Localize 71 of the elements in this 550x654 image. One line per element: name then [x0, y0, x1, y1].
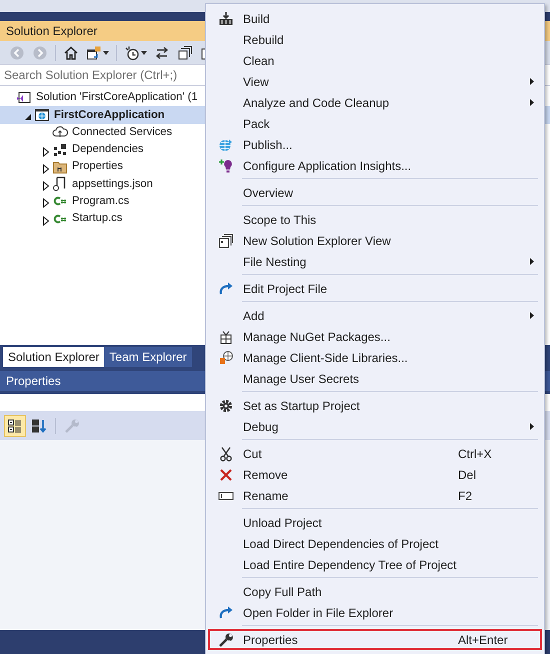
build-icon — [218, 10, 234, 26]
menu-item[interactable]: Configure Application Insights... — [208, 155, 542, 176]
solution-icon — [16, 90, 32, 106]
file-icon — [52, 176, 68, 192]
menu-item[interactable]: Publish... — [208, 134, 542, 155]
home-icon[interactable] — [63, 44, 79, 60]
tree-item[interactable]: Program.cs — [68, 193, 130, 210]
menu-item[interactable]: View — [208, 71, 542, 92]
redo-arrow-icon — [218, 280, 234, 296]
menu-item[interactable]: Load Entire Dependency Tree of Project — [208, 554, 542, 575]
globe-icon — [218, 136, 234, 152]
menu-item[interactable]: Remove Del — [208, 464, 542, 485]
menu-item[interactable]: Add — [208, 305, 542, 326]
panel-tab[interactable]: Team Explorer — [104, 347, 192, 367]
sort-icon[interactable] — [31, 418, 47, 434]
settings-icon — [218, 398, 234, 414]
expand-arrow-icon[interactable] — [42, 181, 50, 192]
tree-item[interactable]: FirstCoreApplication — [50, 106, 165, 124]
collapse-arrow-icon[interactable] — [24, 112, 32, 121]
menu-item[interactable]: Set as Startup Project — [208, 395, 542, 416]
tree-item[interactable]: Solution 'FirstCoreApplication' (1 — [32, 89, 198, 106]
library-icon — [218, 350, 234, 366]
menu-item[interactable]: Copy Full Path — [208, 581, 542, 602]
tree-item[interactable]: Properties — [68, 158, 123, 176]
project-icon — [34, 106, 50, 123]
package-icon — [218, 328, 234, 344]
submenu-arrow-icon — [530, 78, 534, 85]
menu-item[interactable]: Load Direct Dependencies of Project — [208, 533, 542, 554]
swap-arrows-icon[interactable] — [154, 44, 170, 60]
panel-tab[interactable]: Solution Explorer — [3, 347, 104, 367]
menu-item[interactable]: Cut Ctrl+X — [208, 443, 542, 464]
redo-arrow-icon — [218, 604, 234, 620]
menu-item[interactable]: Overview — [208, 182, 542, 203]
stacked-windows-icon[interactable] — [177, 44, 193, 60]
menu-item[interactable]: File Nesting — [208, 251, 542, 272]
caret-icon[interactable] — [141, 50, 147, 54]
caret-icon[interactable] — [103, 50, 109, 54]
submenu-arrow-icon — [530, 258, 534, 265]
menu-item[interactable]: Rename F2 — [208, 485, 542, 506]
submenu-arrow-icon — [530, 99, 534, 106]
expand-arrow-icon[interactable] — [42, 164, 50, 174]
menu-item[interactable]: New Solution Explorer View — [208, 230, 542, 251]
clock-icon[interactable] — [124, 44, 140, 60]
lightbulb-icon — [218, 158, 234, 174]
menu-item[interactable]: Debug — [208, 416, 542, 437]
dependencies-icon — [52, 142, 68, 158]
windows-icon[interactable] — [86, 44, 102, 60]
wrench-icon — [218, 632, 234, 648]
menu-item[interactable]: Analyze and Code Cleanup — [208, 92, 542, 113]
scissors-icon — [218, 446, 234, 462]
expand-arrow-icon[interactable] — [42, 216, 50, 226]
submenu-arrow-icon — [530, 312, 534, 319]
windows-icon — [218, 232, 234, 248]
tree-item[interactable]: appsettings.json — [68, 176, 153, 193]
menu-item[interactable]: Manage User Secrets — [208, 368, 542, 389]
menu-item[interactable]: Scope to This — [208, 209, 542, 230]
menu-item[interactable]: Unload Project — [208, 512, 542, 533]
expand-arrow-icon[interactable] — [42, 198, 50, 208]
menu-item[interactable]: Clean — [208, 50, 542, 71]
tree-item[interactable]: Startup.cs — [68, 210, 122, 228]
tree-item[interactable]: Dependencies — [68, 141, 144, 158]
menu-item[interactable]: Edit Project File — [208, 278, 542, 299]
menu-item[interactable]: Properties Alt+Enter — [208, 629, 542, 650]
expand-arrow-icon[interactable] — [42, 146, 50, 157]
menu-item[interactable]: Pack — [208, 113, 542, 134]
menu-item[interactable]: Manage NuGet Packages... — [208, 326, 542, 347]
tree-item[interactable]: Connected Services — [68, 124, 172, 141]
menu-item[interactable]: Manage Client-Side Libraries... — [208, 347, 542, 368]
menu-item[interactable]: Open Folder in File Explorer — [208, 602, 542, 623]
submenu-arrow-icon — [530, 423, 534, 430]
close-icon — [218, 466, 234, 482]
